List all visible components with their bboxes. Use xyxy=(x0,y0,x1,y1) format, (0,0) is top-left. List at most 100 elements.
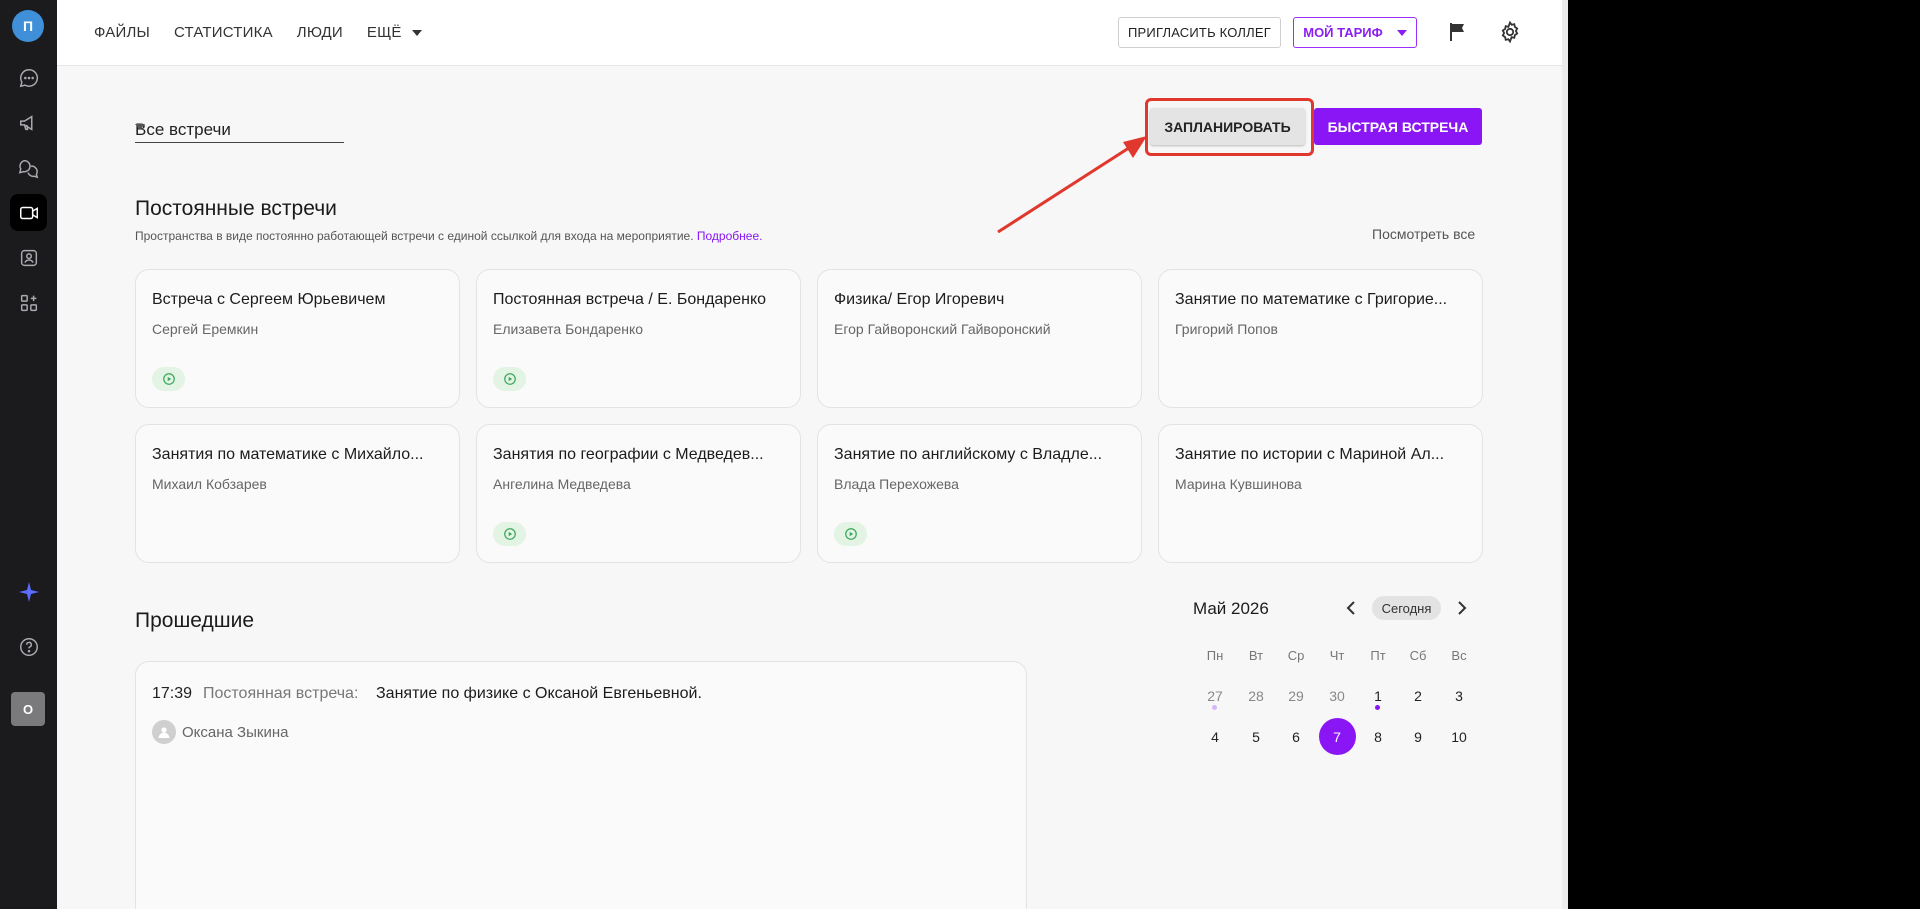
meetings-filter-value: Все встречи xyxy=(135,120,231,139)
chevron-right-icon[interactable] xyxy=(1455,600,1469,621)
past-meetings-title: Прошедшие xyxy=(135,609,255,632)
flag-icon[interactable] xyxy=(1446,20,1470,44)
meeting-card-owner: Влада Перехожева xyxy=(834,476,959,492)
nav-files[interactable]: ФАЙЛЫ xyxy=(94,24,150,41)
meeting-card[interactable]: Занятие по английскому с Владле... Влада… xyxy=(817,424,1142,563)
play-icon[interactable] xyxy=(834,522,867,546)
quick-meeting-button[interactable]: БЫСТРАЯ ВСТРЕЧА xyxy=(1314,108,1482,145)
meeting-card-owner: Михаил Кобзарев xyxy=(152,476,267,492)
meeting-card[interactable]: Занятия по географии с Медведев... Ангел… xyxy=(476,424,801,563)
meeting-card-title: Занятия по географии с Медведев... xyxy=(493,446,764,463)
calendar-day[interactable]: 9 xyxy=(1398,729,1438,745)
meeting-card-owner: Елизавета Бондаренко xyxy=(493,321,644,337)
meeting-card-title: Физика/ Егор Игоревич xyxy=(834,291,1005,308)
event-dot xyxy=(1212,705,1217,710)
meeting-card[interactable]: Занятие по истории с Мариной Ал... Марин… xyxy=(1158,424,1483,563)
meeting-card-owner: Сергей Еремкин xyxy=(152,321,259,337)
user-icon xyxy=(152,720,176,744)
past-meeting-name: Занятие по физике с Оксаной Евгеньевной. xyxy=(376,685,702,702)
chevron-down-icon xyxy=(1396,29,1407,36)
top-bar: ФАЙЛЫ СТАТИСТИКА ЛЮДИ ЕЩЁ ПРИГЛАСИТЬ КОЛ… xyxy=(57,0,1568,66)
meeting-card[interactable]: Постоянная встреча / Е. Бондаренко Елиза… xyxy=(476,269,801,408)
weekday-label: Пн xyxy=(1206,648,1224,663)
meeting-card-owner: Ангелина Медведева xyxy=(493,476,631,492)
meeting-card-owner: Григорий Попов xyxy=(1175,321,1278,337)
workspace-avatar[interactable]: П xyxy=(12,10,44,42)
chevron-down-icon xyxy=(411,29,422,36)
user-avatar[interactable]: О xyxy=(11,692,45,726)
meeting-card-owner: Марина Кувшинова xyxy=(1175,476,1302,492)
calendar-day[interactable]: 1 xyxy=(1358,688,1398,704)
permanent-meetings-title: Постоянные встречи xyxy=(135,197,337,220)
meeting-card-title: Занятие по истории с Мариной Ал... xyxy=(1175,446,1445,463)
past-meeting-person: Оксана Зыкина xyxy=(152,720,288,744)
top-nav: ФАЙЛЫ СТАТИСТИКА ЛЮДИ ЕЩЁ xyxy=(94,24,422,41)
weekday-label: Ср xyxy=(1287,648,1305,663)
annotation-arrow xyxy=(997,136,1147,234)
permanent-meetings-subtitle: Пространства в виде постоянно работающей… xyxy=(135,229,762,243)
highlight-box xyxy=(1145,98,1314,156)
nav-people[interactable]: ЛЮДИ xyxy=(297,24,343,41)
megaphone-icon[interactable] xyxy=(10,104,47,141)
my-tariff-label: МОЙ ТАРИФ xyxy=(1303,25,1383,40)
weekday-label: Пт xyxy=(1370,648,1386,663)
calendar-day-selected[interactable]: 7 xyxy=(1317,729,1357,745)
meeting-card-title: Занятие по английскому с Владле... xyxy=(834,446,1103,463)
see-all-link[interactable]: Посмотреть все xyxy=(1372,226,1475,242)
sparkle-icon[interactable] xyxy=(10,573,47,610)
app-viewport: П О ФАЙЛЫ СТАТИСТИКА ЛЮДИ ЕЩЁ ПРИГЛАСИТЬ… xyxy=(0,0,1568,909)
today-button[interactable]: Сегодня xyxy=(1372,596,1441,620)
past-meeting-person-name: Оксана Зыкина xyxy=(182,723,289,741)
calendar-month: Май 2026 xyxy=(1193,599,1269,618)
nav-more-label: ЕЩЁ xyxy=(366,24,402,41)
event-dot xyxy=(1375,705,1380,710)
chat-icon[interactable] xyxy=(10,59,47,96)
meeting-card-title: Занятие по математике с Григорие... xyxy=(1175,291,1448,308)
meeting-card-owner: Егор Гайворонский Гайворонский xyxy=(834,321,1051,337)
left-rail: П О xyxy=(0,0,57,909)
scrollbar[interactable] xyxy=(1562,0,1568,909)
nav-statistics[interactable]: СТАТИСТИКА xyxy=(174,24,273,41)
calendar-day[interactable]: 27 xyxy=(1195,688,1235,704)
help-icon[interactable] xyxy=(10,628,47,665)
weekday-label: Чт xyxy=(1329,648,1345,663)
calendar-day[interactable]: 6 xyxy=(1276,729,1316,745)
more-info-link[interactable]: Подробнее. xyxy=(697,229,763,243)
calendar-day[interactable]: 3 xyxy=(1439,688,1479,704)
calendar-day[interactable]: 8 xyxy=(1358,729,1398,745)
calendar-day[interactable]: 4 xyxy=(1195,729,1235,745)
calendar-day[interactable]: 30 xyxy=(1317,688,1357,704)
apps-icon[interactable] xyxy=(10,284,47,321)
gear-icon[interactable] xyxy=(1498,20,1522,44)
meetings-filter-select[interactable]: Все встречи xyxy=(135,116,344,143)
meeting-card-title: Постоянная встреча / Е. Бондаренко xyxy=(493,291,767,308)
meeting-card[interactable]: Встреча с Сергеем Юрьевичем Сергей Еремк… xyxy=(135,269,460,408)
meeting-card-title: Занятия по математике с Михайло... xyxy=(152,446,424,463)
chevron-left-icon[interactable] xyxy=(1344,600,1358,621)
meeting-card[interactable]: Физика/ Егор Игоревич Егор Гайворонский … xyxy=(817,269,1142,408)
calendar-day[interactable]: 10 xyxy=(1439,729,1479,745)
calendar-day[interactable]: 28 xyxy=(1236,688,1276,704)
play-icon[interactable] xyxy=(493,522,526,546)
invite-colleagues-button[interactable]: ПРИГЛАСИТЬ КОЛЛЕГ xyxy=(1118,17,1281,48)
weekday-label: Вс xyxy=(1451,648,1467,663)
weekday-label: Вт xyxy=(1248,648,1264,663)
meeting-card[interactable]: Занятия по математике с Михайло... Михаи… xyxy=(135,424,460,563)
nav-more[interactable]: ЕЩЁ xyxy=(367,24,422,41)
past-meeting-kind: Постоянная встреча: xyxy=(203,685,359,702)
subtitle-text: Пространства в виде постоянно работающей… xyxy=(135,229,694,243)
meeting-card[interactable]: Занятие по математике с Григорие... Григ… xyxy=(1158,269,1483,408)
past-meeting-item[interactable]: 17:39 Постоянная встреча: Занятие по физ… xyxy=(135,661,1027,909)
my-tariff-button[interactable]: МОЙ ТАРИФ xyxy=(1293,17,1417,48)
contact-icon[interactable] xyxy=(10,239,47,276)
past-meeting-time: 17:39 xyxy=(152,685,193,702)
calendar-day[interactable]: 5 xyxy=(1236,729,1276,745)
comments-icon[interactable] xyxy=(10,149,47,186)
play-icon[interactable] xyxy=(152,367,185,391)
calendar-day[interactable]: 29 xyxy=(1276,688,1316,704)
calendar-day[interactable]: 2 xyxy=(1398,688,1438,704)
weekday-label: Сб xyxy=(1409,648,1427,663)
play-icon[interactable] xyxy=(493,367,526,391)
meeting-card-title: Встреча с Сергеем Юрьевичем xyxy=(152,291,386,308)
video-icon[interactable] xyxy=(10,194,47,231)
